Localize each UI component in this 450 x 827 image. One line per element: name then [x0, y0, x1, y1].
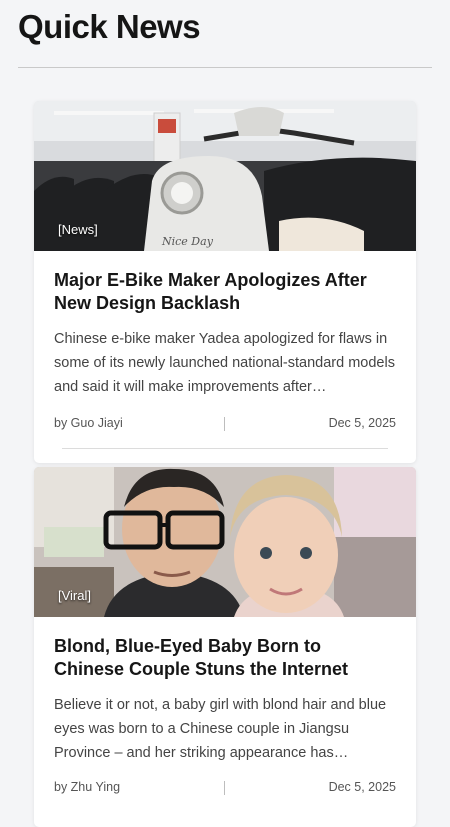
article-title[interactable]: Major E-Bike Maker Apologizes After New …	[54, 269, 396, 315]
article-date: Dec 5, 2025	[328, 780, 396, 794]
meta-separator	[224, 417, 225, 431]
article-thumbnail[interactable]: [Viral]	[34, 467, 416, 617]
news-card[interactable]: [Viral] Blond, Blue-Eyed Baby Born to Ch…	[34, 467, 416, 827]
article-summary: Chinese e-bike maker Yadea apologized fo…	[54, 331, 395, 395]
category-tag: [News]	[58, 222, 98, 237]
article-author: by Zhu Ying	[54, 780, 121, 794]
family-photo	[34, 467, 416, 617]
category-tag: [Viral]	[58, 588, 91, 603]
article-thumbnail[interactable]: Nice Day [News]	[34, 101, 416, 251]
header-divider	[18, 67, 432, 68]
card-divider	[62, 448, 388, 449]
article-title[interactable]: Blond, Blue-Eyed Baby Born to Chinese Co…	[54, 635, 396, 681]
meta-separator	[224, 781, 225, 795]
article-summary: Believe it or not, a baby girl with blon…	[54, 697, 387, 761]
svg-text:Nice Day: Nice Day	[161, 235, 214, 248]
news-card[interactable]: Nice Day [News] Major E-Bike Maker Apolo…	[34, 101, 416, 463]
article-date: Dec 5, 2025	[328, 416, 396, 430]
header: Quick News	[0, 0, 450, 68]
article-author: by Guo Jiayi	[54, 416, 123, 430]
page-title: Quick News	[18, 8, 201, 45]
